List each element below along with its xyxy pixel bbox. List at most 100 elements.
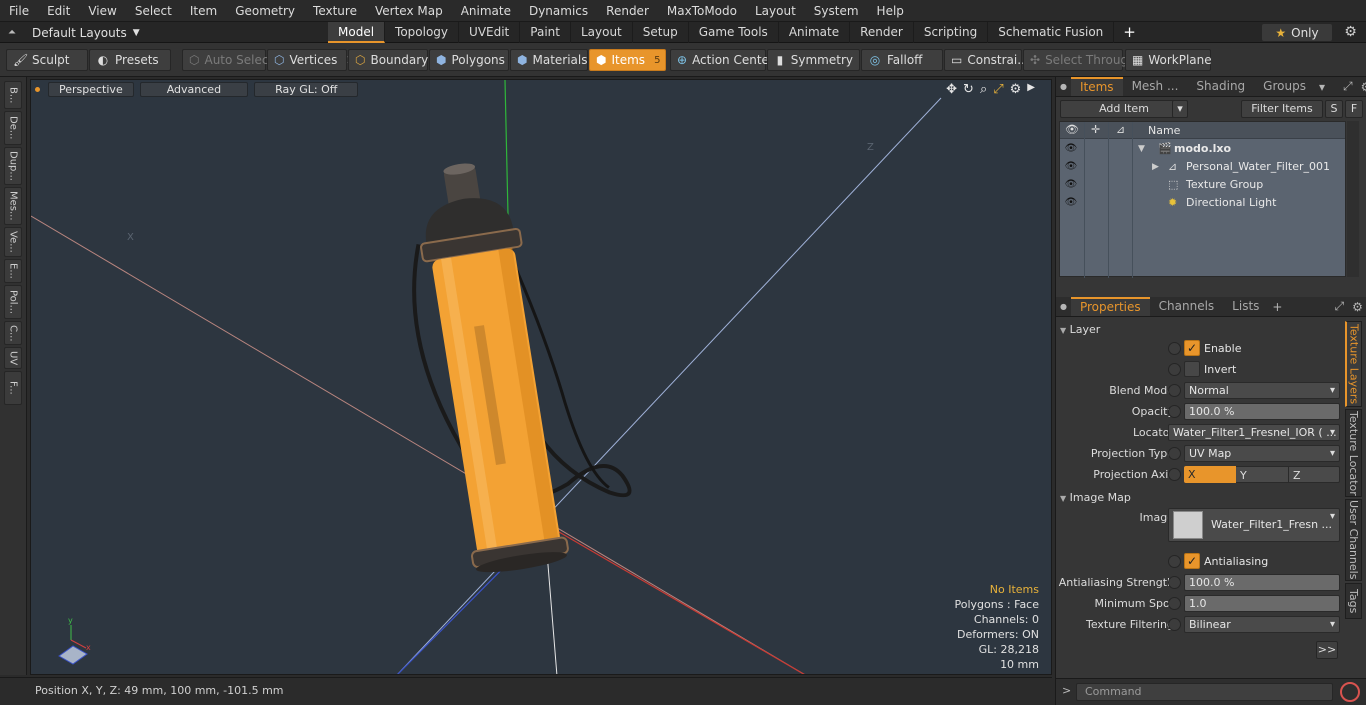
boundary-button[interactable]: ⬡ Boundary xyxy=(348,49,428,71)
auto-select-button[interactable]: ⬡ Auto Select xyxy=(182,49,273,71)
tree-row-mesh[interactable]: 👁 ▶ ⊿ Personal_Water_Filter_001 xyxy=(1060,158,1345,176)
menu-help[interactable]: Help xyxy=(868,0,913,22)
add-tab-button[interactable]: + xyxy=(1114,22,1145,43)
gear-icon[interactable]: ⚙ xyxy=(1348,300,1366,314)
add-item-button[interactable]: Add Item xyxy=(1060,100,1188,118)
strip-tab-duplicate[interactable]: Dup... xyxy=(4,147,22,185)
tab-items[interactable]: Items xyxy=(1070,77,1123,96)
menu-geometry[interactable]: Geometry xyxy=(226,0,304,22)
projection-type-select[interactable]: UV Map xyxy=(1184,445,1340,462)
tab-animate[interactable]: Animate xyxy=(779,22,851,43)
zoom-icon[interactable]: ⌕ xyxy=(980,82,987,97)
menu-vertex-map[interactable]: Vertex Map xyxy=(366,0,452,22)
add-tab-button[interactable]: + xyxy=(1268,300,1286,314)
constraints-button[interactable]: ▭ Constrai... xyxy=(944,49,1029,71)
menu-animate[interactable]: Animate xyxy=(452,0,520,22)
record-icon[interactable] xyxy=(1340,682,1360,702)
side-tab-texture-layers[interactable]: Texture Layers xyxy=(1345,321,1362,407)
view-mode-button[interactable]: Perspective xyxy=(48,82,134,97)
tab-properties[interactable]: Properties xyxy=(1070,297,1150,316)
play-icon[interactable]: ▶ xyxy=(1027,82,1035,97)
min-spot-dot[interactable] xyxy=(1168,597,1181,610)
items-scrollbar[interactable] xyxy=(1347,121,1359,277)
symmetry-button[interactable]: ▮ Symmetry xyxy=(767,49,860,71)
add-item-dropdown[interactable]: ▾ xyxy=(1172,100,1188,118)
tab-shading[interactable]: Shading xyxy=(1187,77,1254,96)
menu-view[interactable]: View xyxy=(79,0,125,22)
rotate-view-icon[interactable]: ↻ xyxy=(963,82,974,97)
tab-render[interactable]: Render xyxy=(850,22,914,43)
projection-axis-dot[interactable] xyxy=(1168,468,1181,481)
presets-button[interactable]: ◐ Presets xyxy=(89,49,171,71)
side-tab-texture-locator[interactable]: Texture Locator xyxy=(1345,409,1362,497)
raygl-button[interactable]: Ray GL: Off xyxy=(254,82,359,97)
menu-dynamics[interactable]: Dynamics xyxy=(520,0,597,22)
expand-arrow-icon[interactable]: ▶ xyxy=(1152,158,1159,176)
tab-lists[interactable]: Lists xyxy=(1223,297,1268,316)
strip-tab-basic[interactable]: B... xyxy=(4,81,22,109)
strip-tab-curve[interactable]: C... xyxy=(4,321,22,345)
tab-channels[interactable]: Channels xyxy=(1150,297,1224,316)
water-filter-model[interactable] xyxy=(393,146,639,580)
image-map-section-header[interactable]: ▼ Image Map xyxy=(1060,489,1131,506)
eye-icon[interactable]: 👁 xyxy=(1064,194,1078,212)
enable-checkbox[interactable]: ✓ xyxy=(1184,340,1200,356)
eye-icon[interactable]: 👁 xyxy=(1064,140,1078,158)
texture-filtering-dot[interactable] xyxy=(1168,618,1181,631)
projection-type-dot[interactable] xyxy=(1168,447,1181,460)
strip-tab-fusion[interactable]: F... xyxy=(4,371,22,405)
items-button[interactable]: ⬢ Items 5 xyxy=(589,49,666,71)
filter-items-button[interactable]: Filter Items xyxy=(1241,100,1323,118)
menu-texture[interactable]: Texture xyxy=(304,0,366,22)
tab-game-tools[interactable]: Game Tools xyxy=(689,22,779,43)
menu-render[interactable]: Render xyxy=(597,0,658,22)
invert-checkbox[interactable] xyxy=(1184,361,1200,377)
gear-icon[interactable]: ⚙ xyxy=(1342,24,1359,41)
strip-tab-vertex[interactable]: Ve... xyxy=(4,227,22,257)
axis-z-button[interactable]: Z xyxy=(1288,466,1340,483)
falloff-button[interactable]: ◎ Falloff xyxy=(861,49,943,71)
expand-arrow-icon[interactable]: ▼ xyxy=(1138,140,1145,158)
shading-button[interactable]: Advanced xyxy=(139,82,249,97)
strip-tab-uv[interactable]: UV xyxy=(4,347,22,369)
strip-tab-deform[interactable]: De... xyxy=(4,111,22,145)
eye-icon[interactable]: 👁 xyxy=(1064,176,1078,194)
enable-dot[interactable] xyxy=(1168,342,1181,355)
menu-maxtomodo[interactable]: MaxToModo xyxy=(658,0,746,22)
strip-tab-polygon[interactable]: Pol... xyxy=(4,285,22,319)
select-through-button[interactable]: ✣ Select Through xyxy=(1023,49,1136,71)
tab-uvedit[interactable]: UVEdit xyxy=(459,22,521,43)
tab-model[interactable]: Model xyxy=(328,22,386,43)
antialiasing-dot[interactable] xyxy=(1168,555,1181,568)
s-button[interactable]: S xyxy=(1325,100,1343,118)
blend-mode-dot[interactable] xyxy=(1168,384,1181,397)
tab-layout[interactable]: Layout xyxy=(571,22,633,43)
tab-schematic-fusion[interactable]: Schematic Fusion xyxy=(988,22,1115,43)
f-button[interactable]: F xyxy=(1345,100,1363,118)
tree-row-scene[interactable]: 👁 ▼ 🎬 modo.lxo xyxy=(1060,140,1345,158)
expand-panel-icon[interactable]: ⤢ xyxy=(1339,79,1357,94)
min-spot-field[interactable]: 1.0 xyxy=(1184,595,1340,612)
locator-select[interactable]: Water_Filter1_Fresnel_IOR ( ... xyxy=(1168,424,1340,441)
side-tab-tags[interactable]: Tags xyxy=(1345,583,1362,619)
menu-select[interactable]: Select xyxy=(126,0,181,22)
image-select[interactable]: Water_Filter1_Fresn ... ▾ xyxy=(1168,508,1340,542)
opacity-field[interactable]: 100.0 % xyxy=(1184,403,1340,420)
menu-file[interactable]: File xyxy=(0,0,38,22)
strip-tab-edge[interactable]: E... xyxy=(4,259,22,283)
polygons-button[interactable]: ⬢ Polygons xyxy=(429,49,509,71)
tree-row-texture-group[interactable]: 👁 ⬚ Texture Group xyxy=(1060,176,1345,194)
gear-icon[interactable]: ⚙ xyxy=(1357,80,1366,94)
vertices-button[interactable]: ⬡ Vertices 1 xyxy=(267,49,353,71)
blend-mode-select[interactable]: Normal xyxy=(1184,382,1340,399)
tab-mesh[interactable]: Mesh ... xyxy=(1123,77,1188,96)
workplane-button[interactable]: ▦ WorkPlane xyxy=(1125,49,1212,71)
aa-strength-field[interactable]: 100.0 % xyxy=(1184,574,1340,591)
eye-icon[interactable]: 👁 xyxy=(1064,158,1078,176)
viewport-menu-dot[interactable] xyxy=(35,87,40,92)
invert-dot[interactable] xyxy=(1168,363,1181,376)
menu-item[interactable]: Item xyxy=(181,0,226,22)
chevron-down-icon[interactable]: ▾ xyxy=(1315,80,1329,94)
materials-button[interactable]: ⬢ Materials xyxy=(510,49,588,71)
move-view-icon[interactable]: ✥ xyxy=(946,82,957,97)
